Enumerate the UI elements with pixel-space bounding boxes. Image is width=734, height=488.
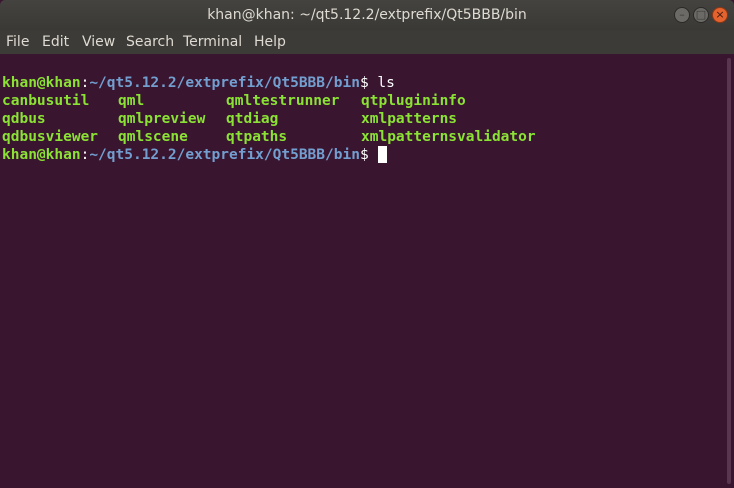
prompt-path: ~/qt5.12.2/extprefix/Qt5BBB/bin [89,75,360,91]
prompt-colon: : [80,147,90,163]
file-entry: xmlpatterns [361,111,458,127]
text-cursor [377,146,387,163]
file-entry: qtplugininfo [361,93,466,109]
output-row: qdbusviewer qmlscene qtpaths xmlpatterns… [2,128,536,146]
file-entry: qtpaths [226,129,288,145]
prompt-dollar: $ [359,147,369,163]
output-row: canbusutil qml qmltestrunner qtplugininf… [2,92,466,110]
prompt-user: khan@khan [2,147,81,163]
prompt-colon: : [80,75,90,91]
window-title: khan@khan: ~/qt5.12.2/extprefix/Qt5BBB/b… [207,7,527,23]
file-entry: canbusutil [2,93,90,109]
prompt-user: khan@khan [2,75,81,91]
prompt-path: ~/qt5.12.2/extprefix/Qt5BBB/bin [89,147,360,163]
menu-terminal[interactable]: Terminal [183,30,242,54]
file-entry: qml [118,93,145,109]
file-entry: qmlscene [118,129,188,145]
close-button[interactable]: × [712,7,728,23]
output-row: qdbus qmlpreview qtdiag xmlpatterns [2,110,457,128]
scrollbar[interactable] [724,54,734,488]
file-entry: qmltestrunner [226,93,340,109]
terminal-window: khan@khan: ~/qt5.12.2/extprefix/Qt5BBB/b… [0,0,734,488]
prompt-dollar: $ [359,75,369,91]
current-prompt-line[interactable]: khan@khan:~/qt5.12.2/extprefix/Qt5BBB/bi… [2,146,387,164]
file-entry: qdbus [2,111,46,127]
file-entry: qtdiag [226,111,279,127]
menu-view[interactable]: View [82,30,115,54]
menu-edit[interactable]: Edit [42,30,69,54]
file-entry: qdbusviewer [2,129,99,145]
minimize-button[interactable]: – [674,7,690,23]
terminal-output[interactable]: khan@khan:~/qt5.12.2/extprefix/Qt5BBB/bi… [0,54,724,488]
title-bar[interactable]: khan@khan: ~/qt5.12.2/extprefix/Qt5BBB/b… [0,0,734,30]
command-line: khan@khan:~/qt5.12.2/extprefix/Qt5BBB/bi… [2,74,395,92]
command-text: ls [368,75,395,91]
file-entry: qmlpreview [118,111,206,127]
maximize-button[interactable]: □ [693,7,709,23]
menu-file[interactable]: File [6,30,29,54]
menu-search[interactable]: Search [126,30,174,54]
menu-bar: File Edit View Search Terminal Help [0,30,734,54]
menu-help[interactable]: Help [254,30,286,54]
file-entry: xmlpatternsvalidator [361,129,536,145]
scrollbar-thumb[interactable] [727,58,731,484]
